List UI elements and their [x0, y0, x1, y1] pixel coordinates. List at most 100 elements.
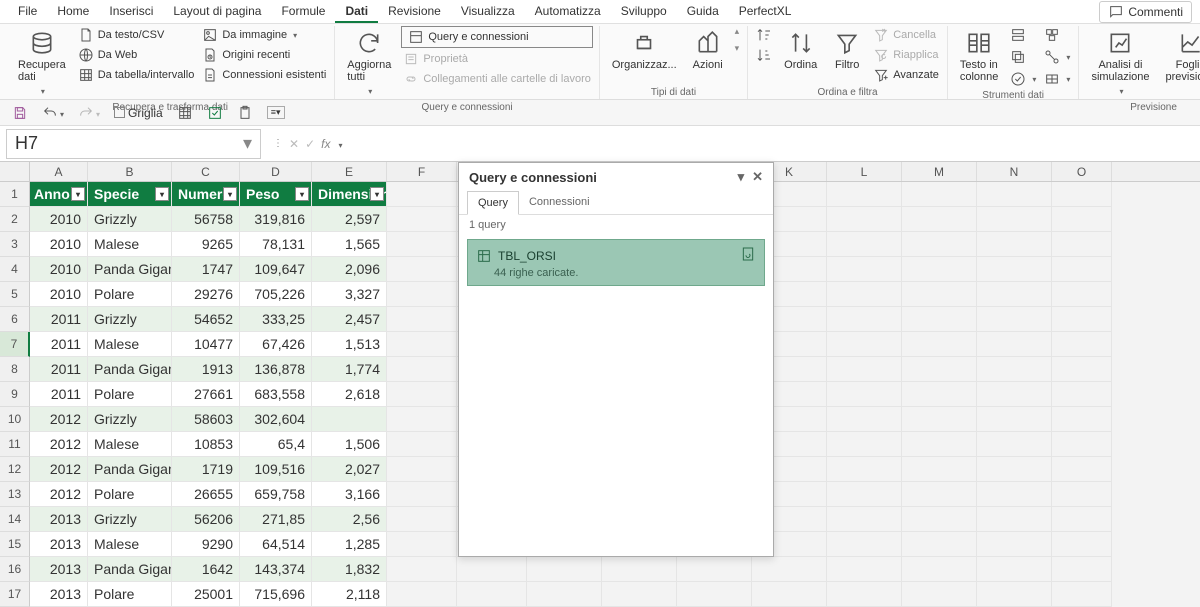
cell-F16[interactable] [387, 557, 457, 582]
cell-F12[interactable] [387, 457, 457, 482]
refresh-all-button[interactable]: Aggiorna tutti [341, 26, 397, 100]
panel-collapse-button[interactable]: ▾ [738, 169, 745, 185]
cell-D4[interactable]: 109,647 [240, 257, 312, 282]
save-button[interactable] [8, 103, 32, 123]
cell-B14[interactable]: Grizzly [88, 507, 172, 532]
qat-more-button[interactable]: ≡▾ [263, 104, 289, 121]
cell-C4[interactable]: 1747 [172, 257, 240, 282]
menu-layout-di-pagina[interactable]: Layout di pagina [163, 1, 271, 23]
cell-C7[interactable]: 10477 [172, 332, 240, 357]
filter-dropdown-peso[interactable] [295, 187, 309, 201]
advanced-filter-button[interactable]: Avanzate [871, 66, 941, 84]
filter-dropdown-dimensione[interactable] [370, 187, 384, 201]
cell-D14[interactable]: 271,85 [240, 507, 312, 532]
sort-button[interactable]: Ordina [778, 26, 823, 74]
cell-E2[interactable]: 2,597 [312, 207, 387, 232]
row-header-9[interactable]: 9 [0, 382, 30, 407]
cell-F13[interactable] [387, 482, 457, 507]
qat-table-button[interactable] [173, 103, 197, 123]
cell-E3[interactable]: 1,565 [312, 232, 387, 257]
col-header-C[interactable]: C [172, 162, 240, 181]
cell-A9[interactable]: 2011 [30, 382, 88, 407]
cell-A10[interactable]: 2012 [30, 407, 88, 432]
cell-O9[interactable] [1052, 382, 1112, 407]
cell-N13[interactable] [977, 482, 1052, 507]
cell-F14[interactable] [387, 507, 457, 532]
select-all-corner[interactable] [0, 162, 30, 181]
row-header-2[interactable]: 2 [0, 207, 30, 232]
cell-K16[interactable] [752, 557, 827, 582]
cell-D13[interactable]: 659,758 [240, 482, 312, 507]
cell-B10[interactable]: Grizzly [88, 407, 172, 432]
cell-N16[interactable] [977, 557, 1052, 582]
cell-D7[interactable]: 67,426 [240, 332, 312, 357]
cell-O3[interactable] [1052, 232, 1112, 257]
row-header-4[interactable]: 4 [0, 257, 30, 282]
cell-D15[interactable]: 64,514 [240, 532, 312, 557]
row-header-17[interactable]: 17 [0, 582, 30, 607]
data-validation-button[interactable] [1008, 70, 1038, 88]
cell-B6[interactable]: Grizzly [88, 307, 172, 332]
cell-D12[interactable]: 109,516 [240, 457, 312, 482]
cell-O14[interactable] [1052, 507, 1112, 532]
cell-L6[interactable] [827, 307, 902, 332]
cell-N15[interactable] [977, 532, 1052, 557]
cell-C9[interactable]: 27661 [172, 382, 240, 407]
cell-L11[interactable] [827, 432, 902, 457]
accept-formula-button[interactable]: ✓ [305, 137, 315, 151]
text-to-columns-button[interactable]: Testo in colonne [954, 26, 1005, 86]
cell-C6[interactable]: 54652 [172, 307, 240, 332]
cell-M3[interactable] [902, 232, 977, 257]
get-data-button[interactable]: Recupera dati [12, 26, 72, 100]
from-table-button[interactable]: Da tabella/intervallo [76, 66, 197, 84]
cell-M9[interactable] [902, 382, 977, 407]
cell-E11[interactable]: 1,506 [312, 432, 387, 457]
cell-A13[interactable]: 2012 [30, 482, 88, 507]
cell-O2[interactable] [1052, 207, 1112, 232]
cell-F6[interactable] [387, 307, 457, 332]
filter-dropdown-specie[interactable] [155, 187, 169, 201]
cell-N6[interactable] [977, 307, 1052, 332]
cell-B15[interactable]: Malese [88, 532, 172, 557]
cell-A4[interactable]: 2010 [30, 257, 88, 282]
cell-M15[interactable] [902, 532, 977, 557]
qat-paste-button[interactable] [233, 103, 257, 123]
menu-visualizza[interactable]: Visualizza [451, 1, 525, 23]
cell-O8[interactable] [1052, 357, 1112, 382]
qat-check-button[interactable] [203, 103, 227, 123]
cell-C12[interactable]: 1719 [172, 457, 240, 482]
cell-L2[interactable] [827, 207, 902, 232]
row-header-15[interactable]: 15 [0, 532, 30, 557]
cell-C17[interactable]: 25001 [172, 582, 240, 607]
cell-E1[interactable]: Dimensione [312, 182, 387, 207]
name-box[interactable]: H7 ▾ [6, 129, 261, 159]
cell-C11[interactable]: 10853 [172, 432, 240, 457]
cell-L8[interactable] [827, 357, 902, 382]
remove-duplicates-button[interactable] [1008, 48, 1038, 66]
grid-toggle[interactable]: Griglia [110, 104, 167, 122]
filter-button[interactable]: Filtro [827, 26, 867, 74]
cell-L10[interactable] [827, 407, 902, 432]
cell-D3[interactable]: 78,131 [240, 232, 312, 257]
cell-M6[interactable] [902, 307, 977, 332]
cell-B4[interactable]: Panda Gigante [88, 257, 172, 282]
cell-D6[interactable]: 333,25 [240, 307, 312, 332]
cell-B3[interactable]: Malese [88, 232, 172, 257]
row-header-3[interactable]: 3 [0, 232, 30, 257]
cell-M14[interactable] [902, 507, 977, 532]
queries-tab-query[interactable]: Query [467, 191, 519, 215]
menu-automatizza[interactable]: Automatizza [525, 1, 611, 23]
cell-M8[interactable] [902, 357, 977, 382]
menu-sviluppo[interactable]: Sviluppo [611, 1, 677, 23]
cell-F8[interactable] [387, 357, 457, 382]
cell-B5[interactable]: Polare [88, 282, 172, 307]
cancel-formula-button[interactable]: ✕ [289, 137, 299, 151]
cell-C14[interactable]: 56206 [172, 507, 240, 532]
cell-G17[interactable] [457, 582, 527, 607]
filter-dropdown-numero[interactable] [223, 187, 237, 201]
cell-N17[interactable] [977, 582, 1052, 607]
cell-E10[interactable] [312, 407, 387, 432]
cell-B11[interactable]: Malese [88, 432, 172, 457]
row-header-10[interactable]: 10 [0, 407, 30, 432]
cell-M2[interactable] [902, 207, 977, 232]
